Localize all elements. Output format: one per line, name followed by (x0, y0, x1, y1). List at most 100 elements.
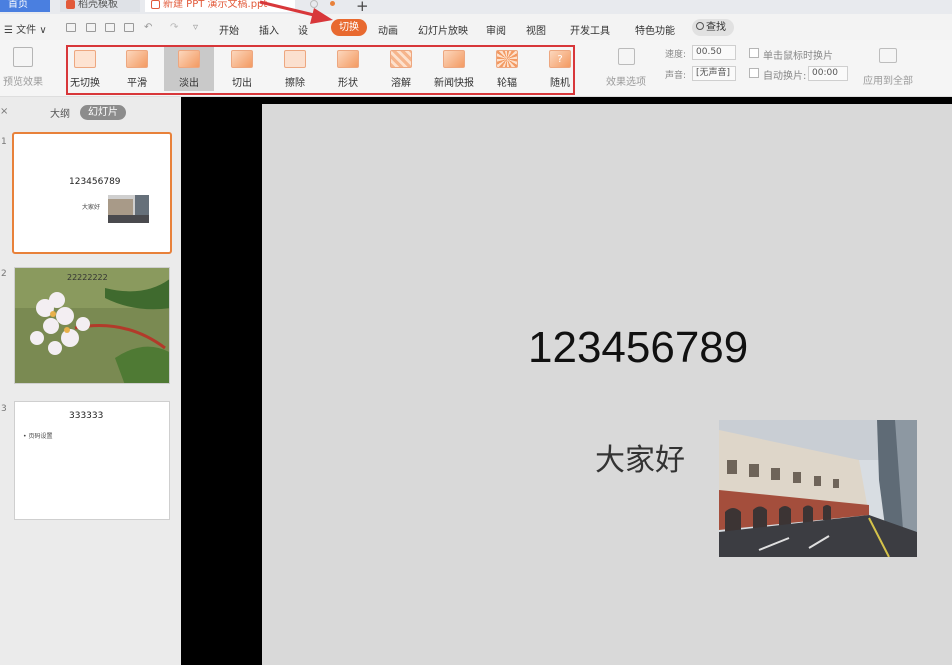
menu-insert[interactable]: 插入 (259, 22, 279, 37)
transition-newsflash-icon (443, 50, 465, 68)
effect-options-icon (617, 48, 635, 65)
slide-title[interactable]: 123456789 (528, 323, 748, 373)
unsaved-dot-icon (330, 1, 335, 6)
menu-special-features[interactable]: 特色功能 (635, 22, 675, 37)
transition-newsflash-label: 新闻快报 (434, 78, 474, 89)
auto-switch-checkbox[interactable] (749, 68, 759, 78)
transition-smooth-icon (126, 50, 148, 68)
close-panel-icon[interactable]: × (0, 106, 8, 117)
preview-effect-button[interactable]: 预览效果 (0, 42, 46, 92)
transition-shape[interactable]: 形状 (323, 47, 373, 91)
slide-number: 1 (1, 137, 7, 147)
effect-options-button[interactable]: 效果选项 (600, 45, 652, 89)
redo-icon[interactable]: ↷ (170, 22, 178, 33)
transition-wheel-label: 轮辐 (497, 78, 517, 89)
tab-outline[interactable]: 大纲 (50, 105, 70, 120)
slide-number: 3 (1, 404, 7, 414)
slides-panel: × 大纲 幻灯片 1 123456789 大家好 2 22222222 3 33… (0, 97, 181, 665)
on-click-label: 单击鼠标时换片 (763, 51, 833, 62)
pin-icon[interactable] (310, 0, 318, 8)
search-label: 查找 (706, 22, 726, 33)
tab-templates-label: 稻壳模板 (78, 0, 118, 10)
speed-label: 速度: (665, 50, 687, 60)
slide-3-bullet: • 页码设置 (23, 433, 53, 440)
transition-dissolve[interactable]: 溶解 (376, 47, 426, 91)
menu-bar: ☰ 文件 ∨ ↶ ↷ ▿ 开始 插入 设 切换 动画 幻灯片放映 审阅 视图 开… (0, 14, 952, 40)
auto-switch-time-input[interactable]: 00:00 (808, 66, 848, 81)
tab-document[interactable]: 新建 PPT 演示文稿.ppt (145, 0, 295, 12)
menu-design[interactable]: 设 (298, 22, 308, 37)
transition-fade[interactable]: 淡出 (164, 47, 214, 91)
search-button[interactable]: 查找 (692, 19, 734, 36)
menu-home[interactable]: 开始 (219, 22, 239, 37)
menu-animation[interactable]: 动画 (378, 22, 398, 37)
slide-thumbnail-3[interactable]: 333333 • 页码设置 (14, 401, 170, 520)
docer-icon (66, 0, 75, 9)
transition-shape-label: 形状 (338, 78, 358, 89)
speed-input[interactable]: 00.50 (692, 45, 736, 60)
menu-view[interactable]: 视图 (526, 22, 546, 37)
export-icon[interactable] (86, 23, 96, 32)
slide-2-title: 22222222 (67, 273, 108, 282)
street-photo[interactable] (719, 420, 917, 557)
tab-templates[interactable]: 稻壳模板 (60, 0, 140, 12)
slide-1-subtitle: 大家好 (82, 204, 101, 211)
print-preview-icon[interactable] (124, 23, 134, 32)
tab-slides[interactable]: 幻灯片 (80, 105, 126, 120)
menu-developer[interactable]: 开发工具 (570, 22, 610, 37)
preview-effect-label: 预览效果 (3, 77, 43, 88)
apply-to-all-label: 应用到全部 (863, 76, 913, 87)
wps-presentation-window: 首页 稻壳模板 新建 PPT 演示文稿.ppt + ☰ 文件 ∨ ↶ ↷ ▿ 开… (0, 0, 952, 665)
apply-to-all-button[interactable]: 应用到全部 (860, 45, 916, 89)
sound-label: 声音: (665, 71, 687, 81)
slide-3-title: 333333 (69, 411, 104, 421)
transition-cut-label: 切出 (232, 78, 252, 89)
transition-none-label: 无切换 (70, 78, 100, 89)
transition-dissolve-label: 溶解 (391, 78, 411, 89)
slide-1-photo (108, 195, 149, 223)
transition-wipe-label: 擦除 (285, 78, 305, 89)
slide-subtitle[interactable]: 大家好 (595, 435, 685, 479)
print-icon[interactable] (105, 23, 115, 32)
menu-slideshow[interactable]: 幻灯片放映 (418, 22, 468, 37)
transition-smooth[interactable]: 平滑 (112, 47, 162, 91)
transition-dissolve-icon (390, 50, 412, 68)
current-slide[interactable]: 123456789 大家好 (262, 104, 952, 665)
tab-document-label: 新建 PPT 演示文稿.ppt (163, 0, 268, 10)
apply-all-icon (879, 48, 897, 63)
presentation-file-icon (151, 0, 160, 9)
transition-smooth-label: 平滑 (127, 78, 147, 89)
transition-cut-icon (231, 50, 253, 68)
transition-wipe-icon (284, 50, 306, 68)
on-click-checkbox[interactable] (749, 48, 759, 58)
transition-wheel[interactable]: 轮辐 (482, 47, 532, 91)
slide-number: 2 (1, 269, 7, 279)
transition-random[interactable]: ? 随机 (535, 47, 585, 91)
transition-cut[interactable]: 切出 (217, 47, 267, 91)
effect-options-label: 效果选项 (606, 77, 646, 88)
transition-random-icon: ? (549, 50, 571, 68)
transition-newsflash[interactable]: 新闻快报 (429, 47, 479, 91)
transition-shape-icon (337, 50, 359, 68)
menu-review[interactable]: 审阅 (486, 22, 506, 37)
transition-random-label: 随机 (550, 78, 570, 89)
transition-wipe[interactable]: 擦除 (270, 47, 320, 91)
slide-2-flower-photo (15, 268, 169, 383)
menu-transitions[interactable]: 切换 (331, 19, 367, 36)
transition-none[interactable]: 无切换 (60, 47, 110, 91)
transition-fade-label: 淡出 (179, 78, 199, 89)
transition-wheel-icon (496, 50, 518, 68)
search-icon (696, 22, 704, 30)
new-tab-button[interactable]: + (356, 0, 369, 15)
transition-fade-icon (178, 50, 200, 68)
tab-home[interactable]: 首页 (0, 0, 50, 12)
slide-thumbnail-1[interactable]: 123456789 大家好 (12, 132, 172, 254)
more-icon[interactable]: ▿ (193, 22, 198, 33)
undo-icon[interactable]: ↶ (144, 22, 152, 33)
sound-select[interactable]: [无声音] (692, 66, 736, 81)
tab-bar: 首页 稻壳模板 新建 PPT 演示文稿.ppt + (0, 0, 952, 15)
save-icon[interactable] (66, 23, 76, 32)
slide-thumbnail-2[interactable]: 22222222 (14, 267, 170, 384)
file-menu[interactable]: ☰ 文件 ∨ (4, 21, 47, 36)
transition-none-icon (74, 50, 96, 68)
